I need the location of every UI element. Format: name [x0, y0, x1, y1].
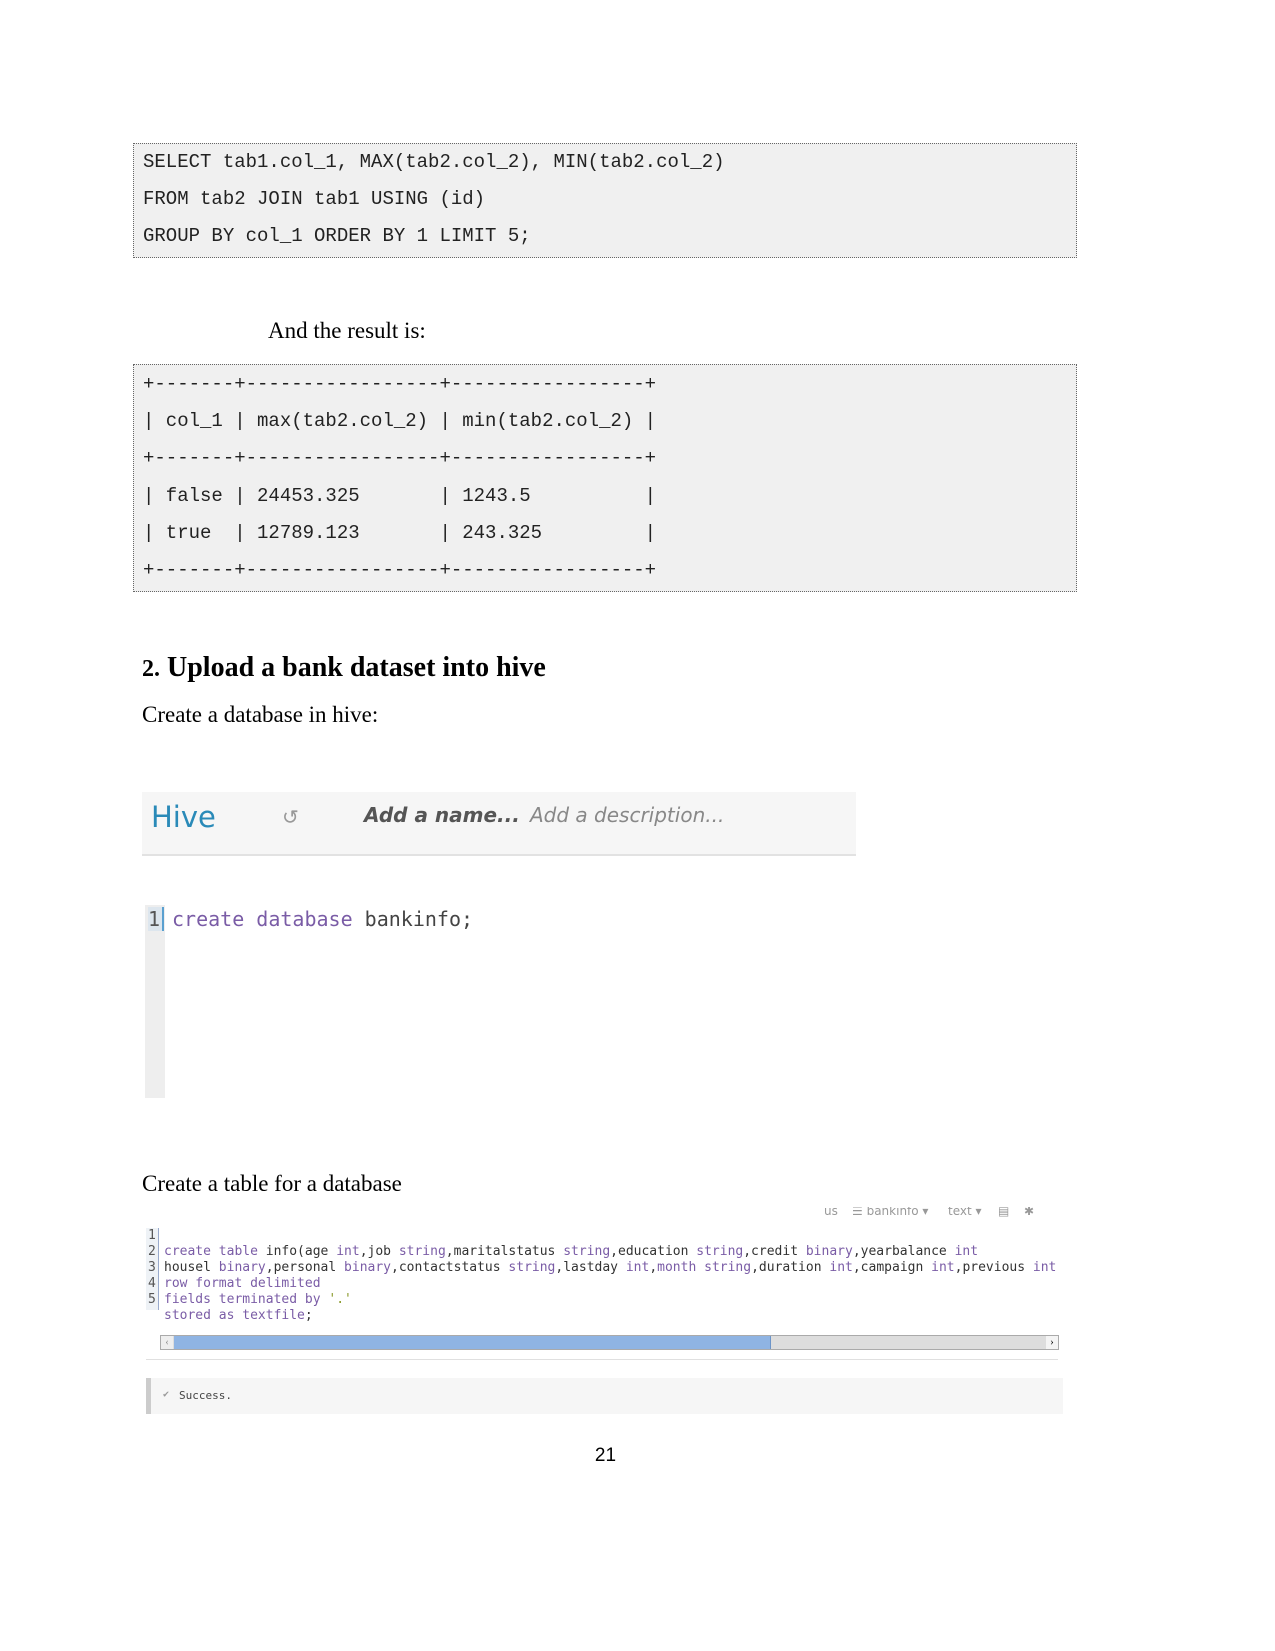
toolbar-text: us [824, 1207, 838, 1218]
divider [146, 1359, 1058, 1360]
result-line: | true | 12789.123 | 243.325 | [143, 522, 657, 544]
hive-title: Hive [151, 800, 216, 834]
check-icon: ✔ [163, 1389, 170, 1400]
line-number: 4 [148, 1276, 156, 1291]
keyword: create database [172, 907, 353, 931]
hive-editor-header: Hive ↺ Add a name... Add a description..… [142, 792, 856, 856]
query-code-block: SELECT tab1.col_1, MAX(tab2.col_2), MIN(… [133, 143, 1077, 258]
line-number: 3 [148, 1260, 156, 1275]
database-name: bankinfo [866, 1207, 919, 1218]
format-icon[interactable]: ▤ [998, 1207, 1009, 1217]
editor-code-line[interactable]: create database bankinfo; [172, 907, 473, 931]
scroll-thumb[interactable] [174, 1336, 771, 1349]
line-number: 2 [148, 1244, 156, 1259]
code-line: SELECT tab1.col_1, MAX(tab2.col_2), MIN(… [143, 151, 725, 173]
result-line: +-------+-----------------+-------------… [143, 447, 657, 469]
scroll-left-icon[interactable]: ‹ [161, 1336, 173, 1349]
result-table-block: +-------+-----------------+-------------… [133, 364, 1077, 592]
section-number: 2. [142, 656, 160, 682]
line-numbers: 1 2 3 4 5 [148, 1228, 156, 1308]
line-number: 1 [148, 1228, 156, 1243]
result-line: | col_1 | max(tab2.col_2) | min(tab2.col… [143, 410, 657, 432]
code-line: GROUP BY col_1 ORDER BY 1 LIMIT 5; [143, 225, 531, 247]
code-line: fields terminated by '.' [164, 1292, 352, 1307]
result-line: | false | 24453.325 | 1243.5 | [143, 485, 657, 507]
result-line: +-------+-----------------+-------------… [143, 373, 657, 395]
document-page: SELECT tab1.col_1, MAX(tab2.col_2), MIN(… [0, 0, 1275, 1651]
result-intro: And the result is: [268, 318, 426, 343]
editor-code[interactable]: create table info(age int,job string,mar… [164, 1228, 1059, 1324]
code-line: housel binary,personal binary,contactsta… [164, 1260, 1059, 1275]
editor-toolbar: us ☰ bankinfo ▾ text ▾ ▤ ✱ [820, 1207, 1060, 1219]
paragraph: Create a table for a database [142, 1171, 402, 1196]
settings-icon[interactable]: ✱ [1024, 1207, 1034, 1217]
code-line: row format delimited [164, 1276, 321, 1291]
code-line: FROM tab2 JOIN tab1 USING (id) [143, 188, 486, 210]
section-heading: 2. Upload a bank dataset into hive [142, 652, 546, 684]
type-select[interactable]: text ▾ [948, 1207, 982, 1218]
code-text: bankinfo; [352, 907, 474, 931]
status-bar: ✔ Success. [146, 1378, 1063, 1414]
page-number: 21 [594, 1445, 617, 1466]
type-name: text [948, 1207, 972, 1218]
editor-gutter [145, 905, 165, 1098]
status-text: Success. [179, 1389, 232, 1402]
history-icon[interactable]: ↺ [282, 805, 299, 829]
result-line: +-------+-----------------+-------------… [143, 559, 657, 581]
section-title: Upload a bank dataset into hive [167, 652, 546, 683]
code-line: create table info(age int,job string,mar… [164, 1244, 979, 1259]
query-name-input[interactable]: Add a name... [364, 803, 520, 827]
query-description-input[interactable]: Add a description... [530, 803, 724, 827]
code-line: stored as textfile; [164, 1308, 313, 1323]
paragraph: Create a database in hive: [142, 702, 379, 727]
horizontal-scrollbar[interactable]: ‹ › [160, 1335, 1059, 1350]
line-number: 1 [148, 907, 165, 931]
line-number: 5 [148, 1292, 156, 1307]
scroll-right-icon[interactable]: › [1046, 1336, 1058, 1349]
database-select[interactable]: ☰ bankinfo ▾ [852, 1207, 928, 1218]
